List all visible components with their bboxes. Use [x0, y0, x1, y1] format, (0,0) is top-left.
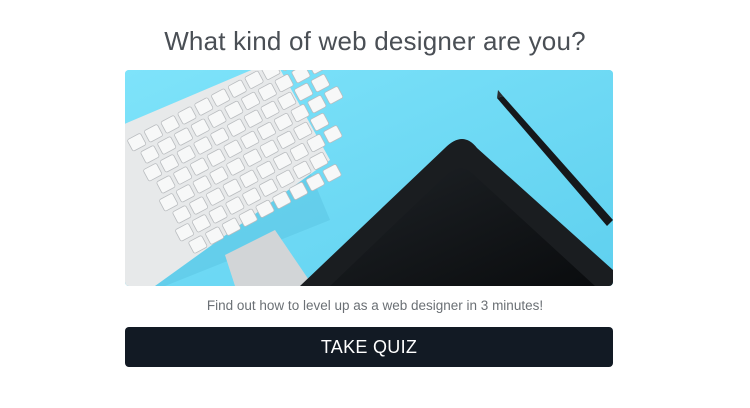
quiz-title: What kind of web designer are you?: [164, 26, 586, 56]
take-quiz-button[interactable]: TAKE QUIZ: [125, 327, 613, 367]
quiz-card: What kind of web designer are you? Find …: [0, 0, 750, 408]
hero-image: [125, 70, 613, 286]
quiz-subtitle: Find out how to level up as a web design…: [206, 298, 544, 313]
hero-illustration: [125, 70, 613, 286]
